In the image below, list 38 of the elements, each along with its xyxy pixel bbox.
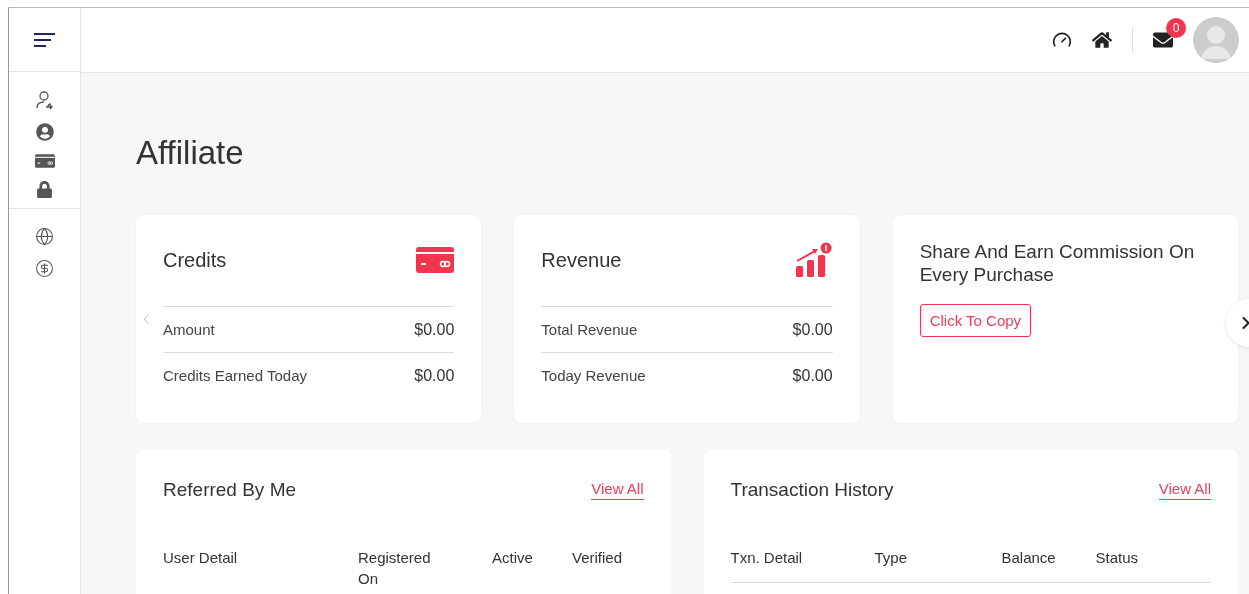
column-header: Verified: [572, 548, 624, 568]
growth-chart-icon: [794, 242, 833, 278]
card-title: Revenue: [541, 248, 622, 272]
column-header: Status: [1095, 548, 1140, 568]
credit-card-icon: [416, 247, 455, 273]
column-header: Balance: [1001, 548, 1057, 568]
view-all-link[interactable]: View All: [591, 480, 644, 500]
panel-title: Transaction History: [730, 479, 894, 501]
card-title: Credits: [163, 248, 227, 272]
column-header: Registered On: [358, 548, 432, 589]
user-icon[interactable]: [35, 123, 54, 141]
lock-icon[interactable]: [36, 181, 53, 198]
notification-badge: 0: [1166, 18, 1186, 38]
stat-label: Credits Earned Today: [163, 367, 307, 384]
credit-card-icon[interactable]: [34, 154, 55, 168]
stat-value: $0.00: [414, 366, 455, 385]
stat-value: $0.00: [792, 320, 833, 339]
column-header: User Detail: [163, 548, 239, 568]
dollar-icon[interactable]: [35, 259, 54, 278]
column-header: Active: [492, 548, 534, 568]
stat-label: Today Revenue: [541, 367, 646, 384]
column-header: Type: [874, 548, 909, 568]
stat-label: Total Revenue: [541, 321, 638, 338]
card-title: Share And Earn Commission On Every Purchase: [919, 240, 1196, 286]
globe-icon[interactable]: [35, 227, 54, 246]
column-header: Txn. Detail: [730, 548, 804, 568]
view-all-link[interactable]: View All: [1158, 480, 1211, 500]
stat-value: $0.00: [792, 366, 833, 385]
panel-title: Referred By Me: [163, 479, 297, 501]
speedometer-icon[interactable]: [1052, 30, 1072, 50]
home-icon[interactable]: [1092, 30, 1112, 50]
stat-label: Amount: [163, 321, 215, 338]
stat-value: $0.00: [414, 320, 455, 339]
menu-icon[interactable]: [33, 31, 56, 48]
mail-icon[interactable]: [1153, 30, 1173, 50]
copy-button[interactable]: Click To Copy: [919, 304, 1032, 337]
page-title: Affiliate: [136, 133, 245, 173]
user-share-icon[interactable]: [34, 90, 55, 110]
